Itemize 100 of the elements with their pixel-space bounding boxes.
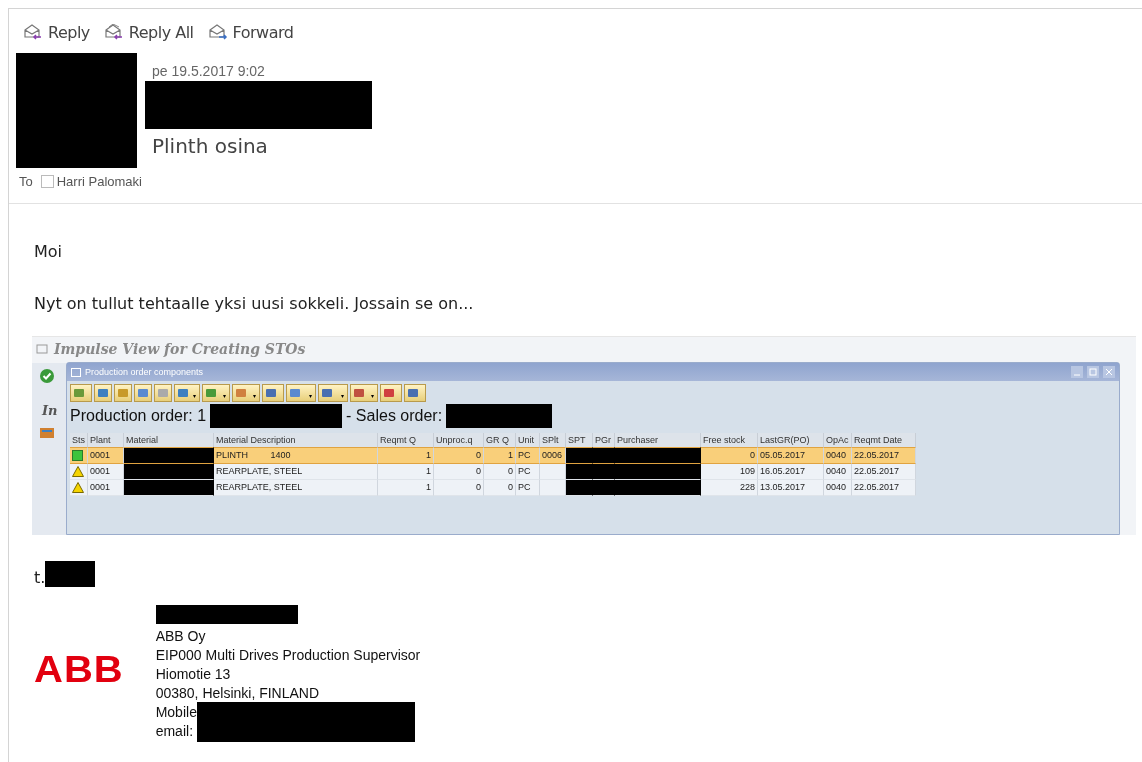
signature-line: email: — [155, 722, 194, 739]
envelope-reply-icon — [23, 24, 43, 40]
toolbar-button[interactable] — [232, 384, 260, 402]
popup-title: Production order components — [85, 367, 205, 377]
column-header[interactable]: Reqmt Q — [378, 433, 434, 447]
table-cell: PC — [516, 464, 540, 480]
toolbar-button[interactable] — [318, 384, 348, 402]
table-cell: 22.05.2017 — [852, 480, 916, 496]
toolbar-button[interactable] — [262, 384, 284, 402]
table-cell: PC — [516, 447, 540, 464]
sales-order-label: - Sales order: — [346, 407, 443, 425]
toolbar-button[interactable]: Reply — [23, 22, 90, 42]
toolbar-icon — [234, 387, 258, 399]
column-header[interactable]: SPT — [566, 433, 593, 447]
toolbar-button[interactable] — [380, 384, 402, 402]
check-icon — [40, 369, 54, 383]
column-header[interactable]: GR Q — [484, 433, 516, 447]
column-header[interactable]: Sts — [70, 433, 88, 447]
table-cell: 16.05.2017 — [758, 464, 824, 480]
warning-icon — [72, 482, 84, 494]
close-icon[interactable] — [1103, 366, 1115, 378]
company-logo: ABB — [34, 649, 124, 689]
column-header[interactable]: Purchaser — [615, 433, 701, 447]
toolbar-button[interactable] — [404, 384, 426, 402]
table-cell: 0001 — [88, 464, 124, 480]
toolbar-icon — [136, 387, 150, 399]
signature-line: EIP000 Multi Drives Production Supervisor — [155, 646, 421, 663]
screen-icon — [36, 344, 48, 354]
table-cell: REARPLATE, STEEL — [214, 464, 378, 480]
toolbar-icon — [156, 387, 170, 399]
toolbar-button[interactable]: Reply All — [103, 22, 194, 42]
table-cell: 13.05.2017 — [758, 480, 824, 496]
table-cell: 228 — [701, 480, 758, 496]
body-text: Nyt on tullut tehtaalle yksi uusi sokkeli. Jossain se on... — [33, 294, 475, 313]
toolbar-button[interactable] — [114, 384, 132, 402]
to-label: To — [19, 174, 33, 189]
table-cell: 1 — [378, 480, 434, 496]
toolbar-button[interactable] — [94, 384, 112, 402]
table-cell: 1 — [484, 447, 516, 464]
table-cell: REARPLATE, STEEL — [214, 480, 378, 496]
toolbar-icon — [204, 387, 228, 399]
body-text: Moi — [33, 242, 64, 261]
closing-text: t. — [34, 568, 46, 587]
table-cell: 1 — [378, 464, 434, 480]
envelope-forward-icon — [207, 24, 228, 40]
background-heading: In — [42, 403, 58, 418]
column-header[interactable]: Material Description — [214, 433, 378, 447]
warning-icon — [72, 466, 84, 478]
toolbar-icon — [116, 387, 130, 399]
table-cell: 0 — [701, 447, 758, 464]
order-label: Production order: 1 — [70, 407, 207, 425]
recipient-name[interactable]: Harri Palomaki — [56, 174, 142, 189]
signature-line: Hiomotie 13 — [155, 665, 231, 682]
column-header[interactable]: Material — [124, 433, 214, 447]
table-cell: 0 — [484, 464, 516, 480]
column-header[interactable]: OpAc — [824, 433, 852, 447]
layout-icon — [40, 428, 54, 438]
toolbar-icon — [352, 387, 376, 399]
table-cell: 0 — [434, 464, 484, 480]
envelope-reply-icon — [103, 24, 124, 40]
table-cell: 22.05.2017 — [852, 447, 916, 464]
toolbar-button[interactable] — [202, 384, 230, 402]
table-cell: PLINTH 1400 — [214, 447, 378, 464]
toolbar-button[interactable] — [154, 384, 172, 402]
toolbar-button[interactable] — [174, 384, 200, 402]
table-cell: 0 — [434, 447, 484, 464]
table-cell: PC — [516, 480, 540, 496]
window-icon — [71, 367, 81, 377]
table-cell: 0040 — [824, 464, 852, 480]
column-header[interactable]: Plant — [88, 433, 124, 447]
redacted-name — [45, 561, 96, 587]
table-cell: 0006 — [540, 447, 566, 464]
column-header[interactable]: Unproc.q — [434, 433, 484, 447]
toolbar-button[interactable] — [350, 384, 378, 402]
column-header[interactable]: LastGR(PO) — [758, 433, 824, 447]
toolbar-button[interactable] — [134, 384, 152, 402]
table-cell: 0001 — [88, 480, 124, 496]
column-header[interactable]: Reqmt Date — [852, 433, 916, 447]
toolbar-icon — [320, 387, 346, 399]
column-header[interactable]: PGr — [593, 433, 615, 447]
signature-line: ABB Oy — [155, 627, 206, 644]
column-header[interactable]: Free stock — [701, 433, 758, 447]
signature-line: 00380, Helsinki, FINLAND — [155, 684, 320, 701]
toolbar-icon — [288, 387, 314, 399]
table-cell: 0 — [484, 480, 516, 496]
screen-title: Impulse View for Creating STOs — [54, 341, 306, 357]
email-subject: Plinth osina — [152, 134, 269, 158]
table-cell: 109 — [701, 464, 758, 480]
checkbox[interactable] — [40, 175, 54, 188]
table-cell: 1 — [378, 447, 434, 464]
table-cell: 0001 — [88, 447, 124, 464]
column-header[interactable]: SPlt — [540, 433, 566, 447]
toolbar-icon — [96, 387, 110, 399]
column-header[interactable]: Unit — [516, 433, 540, 447]
table-cell: 0040 — [824, 480, 852, 496]
table-cell: 05.05.2017 — [758, 447, 824, 464]
toolbar-button[interactable]: Forward — [207, 22, 294, 42]
toolbar-button[interactable] — [70, 384, 92, 402]
toolbar-button[interactable] — [286, 384, 316, 402]
toolbar-icon — [176, 387, 198, 399]
